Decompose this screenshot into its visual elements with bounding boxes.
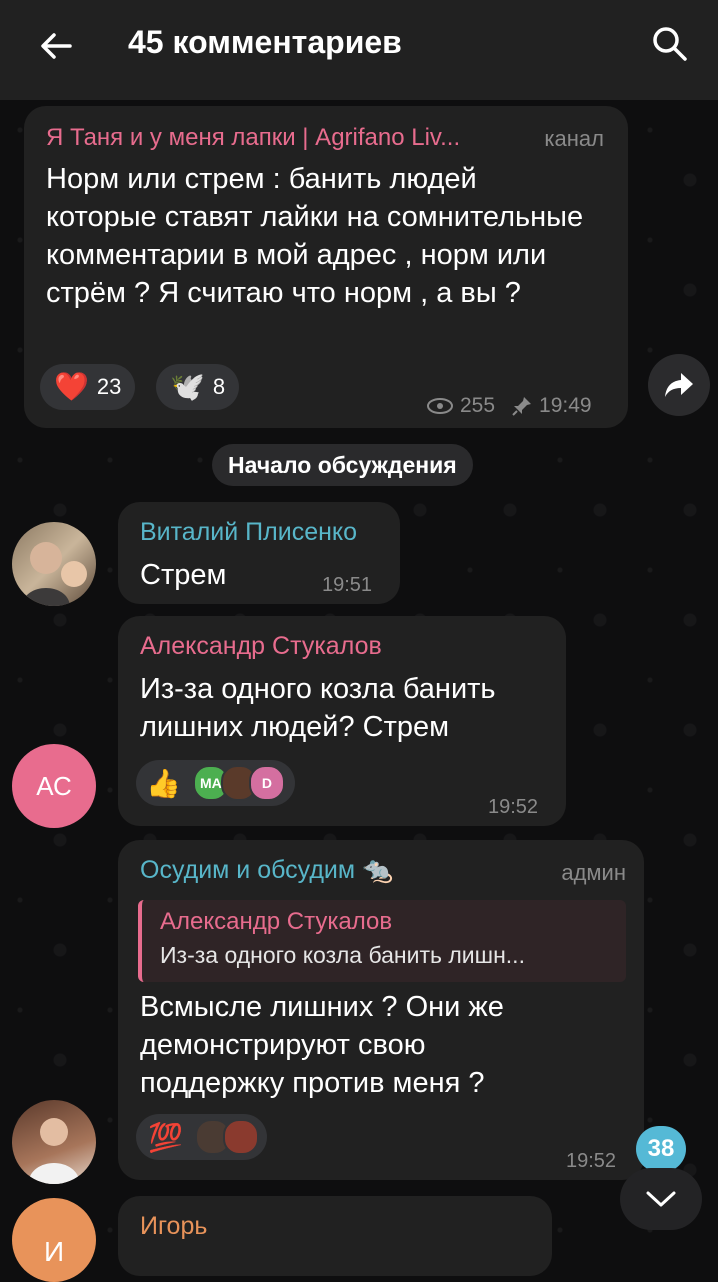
comment-time: 19:52 <box>488 796 539 818</box>
comment-time: 19:51 <box>322 574 373 596</box>
channel-name[interactable]: Я Таня и у меня лапки | Agrifano Liv... <box>46 124 460 152</box>
dove-icon: 🕊️ <box>170 371 205 402</box>
comment-text: Стрем <box>140 559 227 591</box>
unread-count-badge: 38 <box>636 1126 686 1172</box>
arrow-left-icon <box>41 33 72 59</box>
comment-bubble[interactable]: Осудим и обсудим 🐀 админ Александр Стука… <box>118 840 644 1180</box>
reactor-avatar: D <box>248 765 285 801</box>
reaction-count: 23 <box>96 374 122 399</box>
user-photo-icon <box>28 1118 80 1184</box>
avatar[interactable] <box>12 522 96 606</box>
avatar[interactable] <box>12 1100 96 1184</box>
reaction-count: 8 <box>212 374 226 399</box>
reactor-avatar <box>222 1119 259 1155</box>
top-bar: 45 комментариев <box>0 0 718 100</box>
share-arrow-icon <box>665 373 693 397</box>
comment-bubble[interactable]: Виталий Плисенко Стрем 19:51 <box>118 502 400 604</box>
comment-bubble[interactable]: Игорь <box>118 1196 552 1276</box>
reaction-dove[interactable]: 🕊️ 8 <box>156 364 240 410</box>
search-button[interactable] <box>650 24 690 64</box>
eye-icon <box>427 398 453 414</box>
avatar-initials: И <box>43 1236 65 1267</box>
pin-icon <box>512 397 532 416</box>
avatar[interactable]: И <box>12 1198 96 1282</box>
comment-text: Из-за одного козла банить лишних людей? … <box>140 673 496 743</box>
comment-author[interactable]: Александр Стукалов <box>140 632 382 661</box>
comment-time: 19:52 <box>566 1150 617 1172</box>
comment-author[interactable]: Игорь <box>140 1212 207 1241</box>
view-count: 255 <box>460 394 496 417</box>
reply-quote[interactable]: Александр Стукалов Из-за одного козла ба… <box>138 900 626 982</box>
avatar[interactable]: АС <box>12 744 96 828</box>
user-photo-icon <box>22 542 87 606</box>
reply-text: Из-за одного козла банить лишн... <box>160 942 525 968</box>
reaction-thumbs-up[interactable]: 👍 МА D <box>136 760 295 806</box>
reply-author: Александр Стукалов <box>160 908 393 935</box>
avatar-initials: АС <box>36 770 72 801</box>
post-text: Норм или стрем : банить людей которые ст… <box>46 163 584 309</box>
back-button[interactable] <box>36 26 76 66</box>
channel-post[interactable]: Я Таня и у меня лапки | Agrifano Liv... … <box>24 106 628 428</box>
discussion-start-label: Начало обсуждения <box>212 444 473 486</box>
channel-tag: канал <box>544 126 604 151</box>
page-title: 45 комментариев <box>128 24 402 60</box>
heart-icon: ❤️ <box>54 371 89 402</box>
post-time: 19:49 <box>539 394 592 417</box>
post-meta: 255 19:49 <box>426 394 592 418</box>
comment-bubble[interactable]: Александр Стукалов Из-за одного козла ба… <box>118 616 566 826</box>
thumbs-up-icon: 👍 <box>146 767 181 799</box>
comment-text: Всмысле лишних ? Они же демонстрируют св… <box>140 991 504 1099</box>
admin-tag: админ <box>561 860 626 885</box>
search-icon <box>653 27 687 61</box>
comment-author[interactable]: Виталий Плисенко <box>140 518 357 547</box>
comment-author[interactable]: Осудим и обсудим 🐀 <box>140 856 393 885</box>
share-button[interactable] <box>648 354 710 416</box>
reaction-hundred[interactable]: 💯 <box>136 1114 267 1160</box>
reaction-heart[interactable]: ❤️ 23 <box>40 364 136 410</box>
chevron-down-icon <box>646 1191 676 1207</box>
scroll-down-button[interactable] <box>620 1168 702 1230</box>
hundred-icon: 💯 <box>148 1121 183 1153</box>
